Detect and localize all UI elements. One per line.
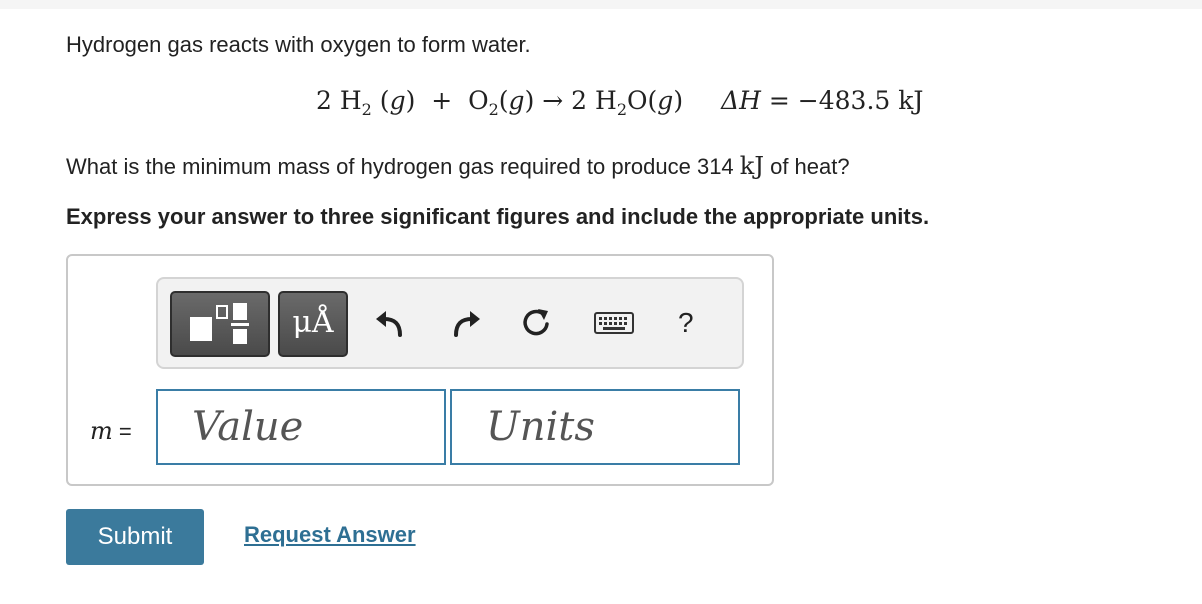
- redo-arrow-icon: [454, 311, 480, 337]
- math-toolbar: μÅ ?: [156, 277, 744, 369]
- answer-box: μÅ ? m = Value Units: [66, 254, 774, 486]
- top-strip: [0, 0, 1202, 9]
- plus-sign: +: [431, 86, 453, 115]
- h2o-oxygen: O: [627, 86, 648, 115]
- instruction-text: Express your answer to three significant…: [66, 204, 930, 229]
- units-button[interactable]: μÅ: [278, 291, 348, 357]
- variable-symbol: m: [90, 417, 113, 445]
- request-answer-link[interactable]: Request Answer: [244, 522, 416, 548]
- question-unit: kJ: [739, 152, 764, 180]
- o2-formula: O: [468, 86, 489, 115]
- keyboard-button[interactable]: [592, 305, 636, 341]
- reset-icon: [523, 309, 549, 336]
- keyboard-icon: [594, 312, 634, 334]
- undo-button[interactable]: [372, 305, 408, 341]
- variable-equals: =: [118, 419, 132, 444]
- help-button[interactable]: ?: [678, 307, 694, 339]
- h2-phase: g: [389, 86, 406, 115]
- delta-h-symbol: ΔH: [721, 86, 761, 115]
- undo-arrow-icon: [376, 311, 402, 337]
- h2o-subscript: 2: [616, 100, 628, 119]
- question-after: of heat?: [763, 154, 850, 179]
- reset-button[interactable]: [518, 305, 554, 341]
- chemical-equation: 2 H2 (g) + O2(g) → 2 H2O(g) ΔH = −483.5 k…: [316, 86, 924, 119]
- o2-subscript: 2: [488, 100, 499, 119]
- value-input[interactable]: [156, 389, 446, 465]
- answer-variable-label: m =: [90, 417, 132, 445]
- problem-intro: Hydrogen gas reacts with oxygen to form …: [66, 32, 531, 57]
- fraction-template-icon: [190, 303, 249, 344]
- h2-subscript: 2: [361, 100, 372, 119]
- h2-formula: H: [339, 86, 362, 115]
- submit-button[interactable]: Submit: [66, 509, 204, 565]
- h2o-hydrogen: H: [595, 86, 617, 115]
- question-before: What is the minimum mass of hydrogen gas…: [66, 154, 740, 179]
- h2o-phase: g: [657, 86, 674, 115]
- delta-h-value: −483.5 kJ: [797, 86, 924, 115]
- coefficient-h2o: 2: [571, 86, 588, 115]
- reaction-arrow: →: [542, 86, 564, 115]
- o2-phase: g: [508, 86, 525, 115]
- units-button-label: μÅ: [292, 305, 334, 340]
- redo-button[interactable]: [448, 305, 484, 341]
- question-text: What is the minimum mass of hydrogen gas…: [66, 152, 850, 180]
- coefficient-h2: 2: [316, 86, 332, 115]
- delta-h-equals: =: [768, 86, 790, 115]
- units-input[interactable]: [450, 389, 740, 465]
- templates-button[interactable]: [170, 291, 270, 357]
